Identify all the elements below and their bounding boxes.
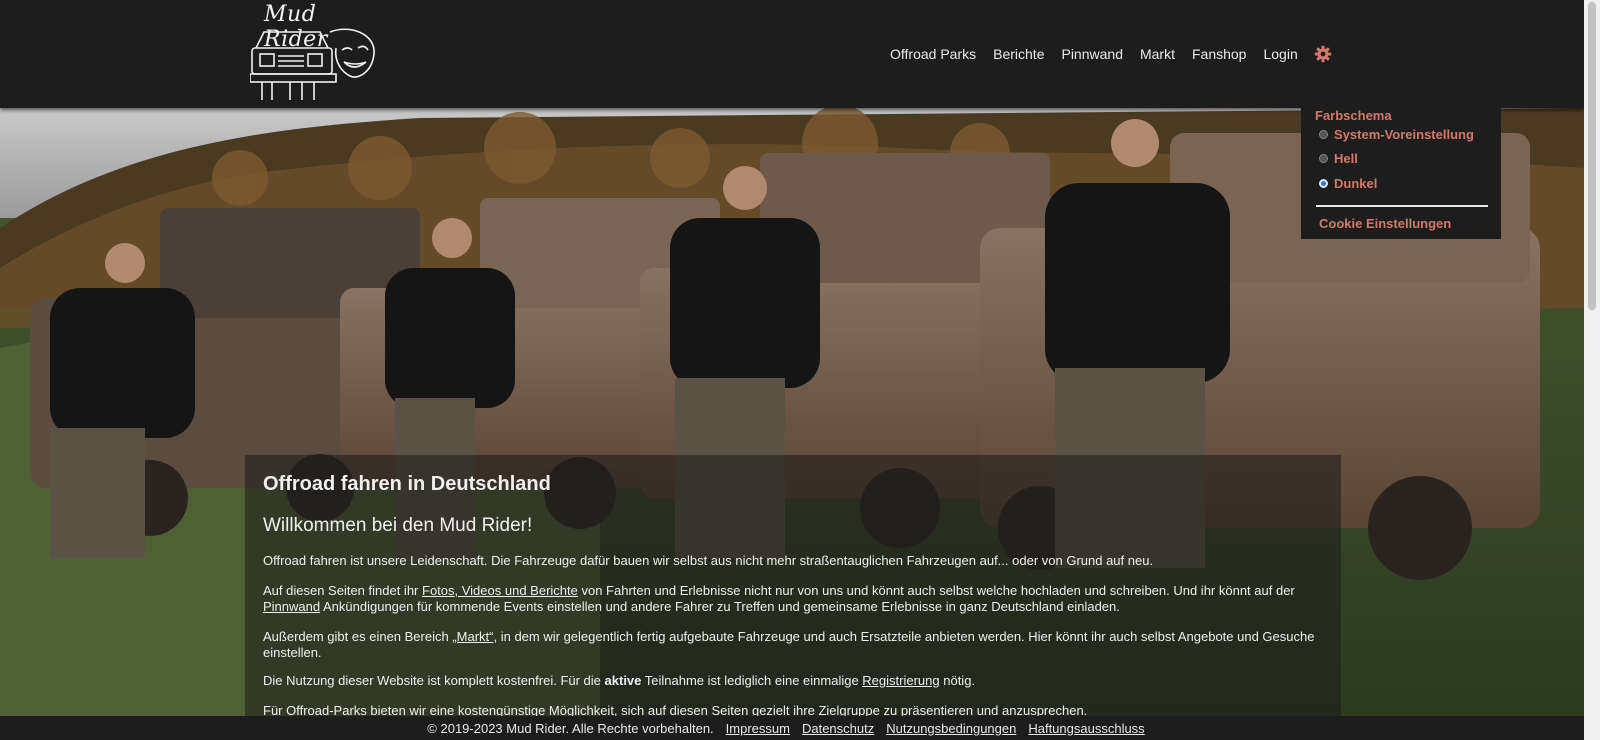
theme-option-hell[interactable]: Hell: [1319, 151, 1358, 166]
radio-hell[interactable]: [1319, 154, 1328, 163]
theme-divider: [1316, 205, 1488, 207]
copyright: © 2019-2023 Mud Rider. Alle Rechte vorbe…: [427, 720, 714, 736]
main-nav: Offroad Parks Berichte Pinnwand Markt Fa…: [890, 45, 1332, 63]
registration-link[interactable]: Registrierung: [862, 673, 939, 688]
theme-title: Farbschema: [1315, 108, 1392, 123]
features-paragraph: Auf diesen Seiten findet ihr Fotos, Vide…: [263, 583, 1295, 614]
nav-login[interactable]: Login: [1263, 46, 1297, 62]
theme-option-label: Dunkel: [1334, 176, 1378, 191]
radio-system[interactable]: [1319, 130, 1328, 139]
footer-impressum[interactable]: Impressum: [726, 721, 790, 736]
footer-haftungsausschluss[interactable]: Haftungsausschluss: [1028, 721, 1144, 736]
cookie-settings-link[interactable]: Cookie Einstellungen: [1319, 216, 1451, 231]
page-subtitle: Willkommen bei den Mud Rider!: [263, 515, 533, 536]
site-footer: © 2019-2023 Mud Rider. Alle Rechte vorbe…: [0, 716, 1584, 740]
site-header: Mud Rider Offroad Parks Berichte Pinnwan…: [0, 0, 1584, 108]
markt-link[interactable]: „Markt“: [452, 629, 493, 644]
nav-offroad-parks[interactable]: Offroad Parks: [890, 46, 976, 62]
scrollbar-thumb[interactable]: [1588, 2, 1596, 310]
footer-nutzungsbedingungen[interactable]: Nutzungsbedingungen: [886, 721, 1016, 736]
theme-option-system[interactable]: System-Voreinstellung: [1319, 127, 1474, 142]
nav-markt[interactable]: Markt: [1140, 46, 1175, 62]
pinnwand-link[interactable]: Pinnwand: [263, 599, 320, 614]
reports-link[interactable]: Fotos, Videos und Berichte: [422, 583, 578, 598]
nav-berichte[interactable]: Berichte: [993, 46, 1044, 62]
page-scrollbar[interactable]: [1584, 0, 1600, 740]
theme-option-label: Hell: [1334, 151, 1358, 166]
welcome-panel: Offroad fahren in Deutschland Willkommen…: [245, 455, 1341, 725]
radio-dunkel[interactable]: [1319, 179, 1328, 188]
gear-icon[interactable]: [1314, 45, 1332, 63]
site-logo[interactable]: Mud Rider: [250, 2, 385, 104]
footer-datenschutz[interactable]: Datenschutz: [802, 721, 874, 736]
page-title: Offroad fahren in Deutschland: [263, 473, 551, 495]
market-paragraph: Außerdem gibt es einen Bereich „Markt“, …: [263, 629, 1315, 660]
nav-pinnwand[interactable]: Pinnwand: [1061, 46, 1123, 62]
theme-dropdown: Farbschema System-Voreinstellung Hell Du…: [1301, 103, 1501, 239]
jeep-mask-logo-icon: [250, 28, 375, 100]
intro-paragraph: Offroad fahren ist unsere Leidenschaft. …: [263, 553, 1154, 568]
usage-paragraph: Die Nutzung dieser Website ist komplett …: [263, 673, 976, 688]
nav-fanshop[interactable]: Fanshop: [1192, 46, 1246, 62]
theme-option-dunkel[interactable]: Dunkel: [1319, 176, 1377, 191]
theme-option-label: System-Voreinstellung: [1334, 127, 1474, 142]
